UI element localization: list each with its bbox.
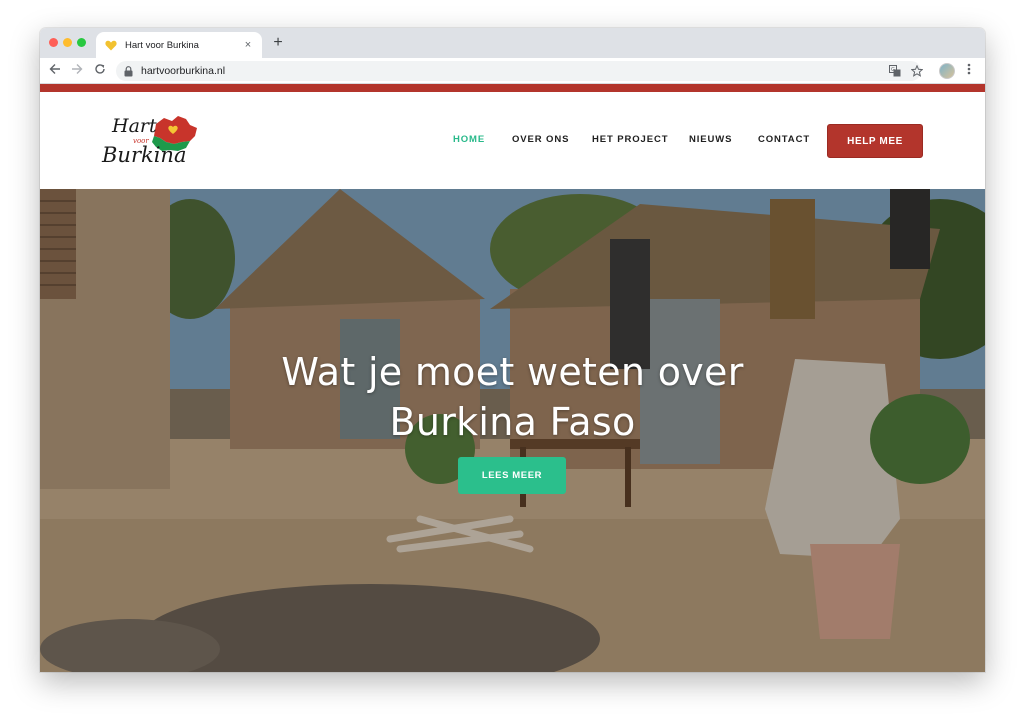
hero-title-line-2: Burkina Faso [389, 400, 636, 444]
url-text: hartvoorburkina.nl [141, 65, 226, 77]
lees-meer-button[interactable]: LEES MEER [458, 457, 566, 494]
browser-toolbar: hartvoorburkina.nl G [40, 58, 985, 84]
hero-title-line-1: Wat je moet weten over [281, 350, 744, 394]
minimize-window-button[interactable] [63, 38, 72, 47]
profile-avatar[interactable] [939, 63, 955, 79]
top-accent-bar [40, 84, 985, 92]
nav-over-ons[interactable]: OVER ONS [512, 134, 569, 145]
help-mee-button[interactable]: HELP MEE [827, 124, 923, 158]
bookmark-star-icon[interactable] [910, 61, 924, 81]
back-arrow-icon[interactable] [46, 62, 64, 80]
tab-strip: Hart voor Burkina × + [40, 28, 985, 58]
nav-nieuws[interactable]: NIEUWS [689, 134, 732, 145]
web-page: Hart voor Burkina HOME OVER ONS HET PROJ… [40, 84, 985, 672]
reload-icon[interactable] [91, 62, 109, 80]
tab-title: Hart voor Burkina [125, 39, 199, 51]
browser-tab[interactable]: Hart voor Burkina × [96, 32, 262, 58]
site-header: Hart voor Burkina HOME OVER ONS HET PROJ… [40, 92, 985, 189]
main-nav: HOME OVER ONS HET PROJECT NIEUWS CONTACT… [40, 92, 985, 189]
nav-contact[interactable]: CONTACT [758, 134, 810, 145]
close-window-button[interactable] [49, 38, 58, 47]
hero-section: Wat je moet weten over Burkina Faso LEES… [40, 189, 985, 672]
translate-icon[interactable]: G [888, 61, 902, 81]
heart-favicon-icon [104, 38, 118, 52]
menu-dots-icon[interactable] [962, 62, 976, 80]
svg-text:G: G [891, 67, 895, 73]
maximize-window-button[interactable] [77, 38, 86, 47]
nav-het-project[interactable]: HET PROJECT [592, 134, 668, 145]
address-bar[interactable]: hartvoorburkina.nl [116, 61, 921, 81]
browser-window: Hart voor Burkina × + hartvoorburkina.nl… [40, 28, 985, 672]
hero-title: Wat je moet weten over Burkina Faso [190, 347, 835, 447]
forward-arrow-icon[interactable] [68, 62, 86, 80]
tab-close-icon[interactable]: × [242, 39, 254, 51]
new-tab-button[interactable]: + [270, 35, 286, 51]
lock-icon [124, 65, 134, 77]
nav-home[interactable]: HOME [453, 134, 485, 145]
